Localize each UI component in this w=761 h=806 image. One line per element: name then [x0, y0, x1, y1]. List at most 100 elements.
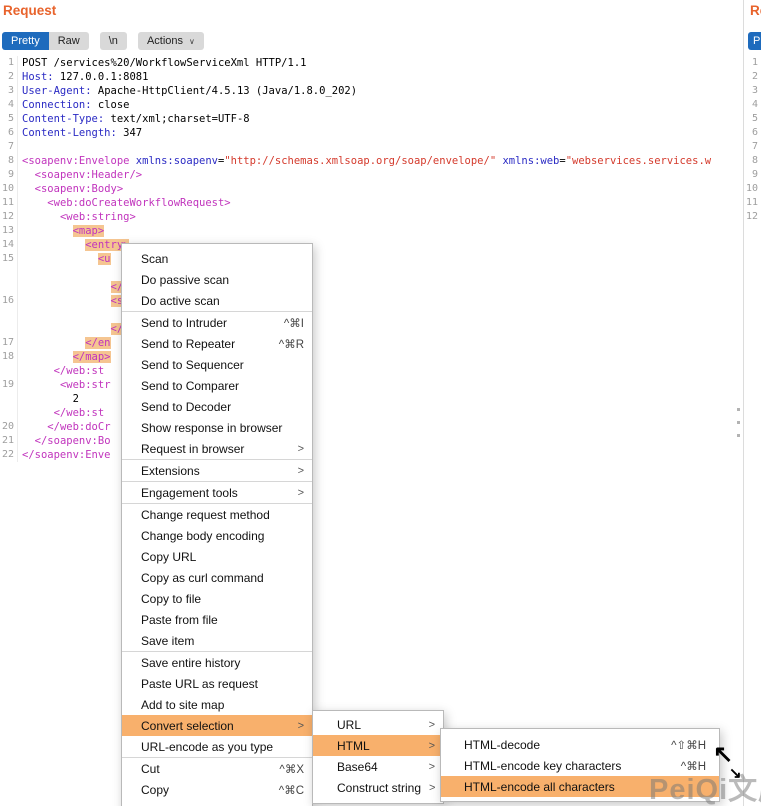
line-number: 12: [0, 210, 14, 224]
menu-item-html-decode[interactable]: HTML-decode^⇧⌘H: [441, 734, 719, 755]
code-line: 1POST /services%20/WorkflowServiceXml HT…: [0, 56, 734, 70]
menu-item-label: Copy to file: [141, 592, 304, 606]
code-text: [17, 266, 22, 280]
submenu-chevron-icon: >: [429, 719, 435, 731]
tab-newline[interactable]: \n: [100, 32, 127, 50]
menu-item-send-to-decoder[interactable]: Send to Decoder: [122, 396, 312, 417]
menu-item-label: Cut: [141, 762, 269, 776]
menu-item-label: Send to Intruder: [141, 316, 274, 330]
menu-item-paste-from-file[interactable]: Paste from file: [122, 609, 312, 630]
line-number: 8: [0, 154, 14, 168]
split-divider-grip-icon[interactable]: [737, 408, 740, 437]
menu-item-url-encode-as-you-type[interactable]: URL-encode as you type: [122, 736, 312, 757]
code-line: 7: [0, 140, 734, 154]
menu-item-scan[interactable]: Scan: [122, 248, 312, 269]
code-text: [17, 308, 22, 322]
menu-item-label: Change body encoding: [141, 529, 304, 543]
code-line: 10 <soapenv:Body>: [0, 182, 734, 196]
menu-item-send-to-comparer[interactable]: Send to Comparer: [122, 375, 312, 396]
menu-item-save-entire-history[interactable]: Save entire history: [122, 652, 312, 673]
line-number: 5: [0, 112, 14, 126]
code-line: 21 </soapenv:Bo: [0, 434, 734, 448]
line-number: 4: [0, 98, 14, 112]
menu-item-copy-as-curl-command[interactable]: Copy as curl command: [122, 567, 312, 588]
menu-item-base64[interactable]: Base64>: [313, 756, 443, 777]
menu-item-label: Scan: [141, 252, 304, 266]
tab-raw[interactable]: Raw: [49, 32, 89, 50]
menu-item-label: Convert selection: [141, 719, 290, 733]
menu-item-html[interactable]: HTML>: [313, 735, 443, 756]
code-text: 2: [17, 392, 79, 406]
code-line: 13 <map>: [0, 224, 734, 238]
code-text: </: [17, 280, 123, 294]
submenu-chevron-icon: >: [298, 465, 304, 477]
context-menu: Scan Do passive scan Do active scan Send to…: [121, 243, 313, 806]
menu-item-cut[interactable]: Cut^⌘X: [122, 758, 312, 779]
menu-item-send-to-repeater[interactable]: Send to Repeater^⌘R: [122, 333, 312, 354]
menu-item-url[interactable]: URL >: [313, 714, 443, 735]
code-line: 9 <soapenv:Header/>: [0, 168, 734, 182]
code-line: 14 <entry>: [0, 238, 734, 252]
chevron-down-icon: ∨: [189, 37, 195, 46]
menu-item-save-item[interactable]: Save item: [122, 630, 312, 651]
right-tab-pretty[interactable]: Pretty: [748, 32, 761, 50]
menu-item-paste-url-as-request[interactable]: Paste URL as request: [122, 673, 312, 694]
menu-item-label: Extensions: [141, 464, 290, 478]
menu-item-copy-to-file[interactable]: Copy to file: [122, 588, 312, 609]
menu-item-label: Send to Sequencer: [141, 358, 304, 372]
code-text: <soapenv:Envelope xmlns:soapenv="http://…: [17, 154, 711, 168]
code-line: 19 <web:str: [0, 378, 734, 392]
right-line-numbers: 123456789101112: [744, 56, 758, 224]
menu-item-label: HTML-encode key characters: [464, 759, 671, 773]
menu-item-convert-selection[interactable]: Convert selection>: [122, 715, 312, 736]
code-text: </web:doCr: [17, 420, 111, 434]
code-text: <entry>: [17, 238, 129, 252]
code-line: 18 </map>: [0, 350, 734, 364]
menu-item-show-response-in-browser[interactable]: Show response in browser: [122, 417, 312, 438]
menu-item-do-passive-scan[interactable]: Do passive scan: [122, 269, 312, 290]
menu-item-label: Show response in browser: [141, 421, 304, 435]
menu-item-engagement-tools[interactable]: Engagement tools>: [122, 482, 312, 503]
code-text: Content-Type: text/xml;charset=UTF-8: [17, 112, 250, 126]
line-number: 9: [744, 168, 758, 182]
line-number: 4: [744, 98, 758, 112]
line-number: 8: [744, 154, 758, 168]
line-number: 7: [744, 140, 758, 154]
menu-shortcut: ^⌘C: [279, 783, 304, 797]
code-line: </: [0, 322, 734, 336]
menu-item-construct-string[interactable]: Construct string>: [313, 777, 443, 798]
menu-item-request-in-browser[interactable]: Request in browser>: [122, 438, 312, 459]
code-text: </: [17, 322, 123, 336]
menu-item-copy-url[interactable]: Copy URL: [122, 546, 312, 567]
menu-item-do-active-scan[interactable]: Do active scan: [122, 290, 312, 311]
code-line: 20 </web:doCr: [0, 420, 734, 434]
code-text: <soapenv:Header/>: [17, 168, 142, 182]
code-line: [0, 308, 734, 322]
code-line: 22</soapenv:Enve: [0, 448, 734, 462]
menu-item-change-body-encoding[interactable]: Change body encoding: [122, 525, 312, 546]
menu-item-extensions[interactable]: Extensions >: [122, 460, 312, 481]
menu-item-copy[interactable]: Copy^⌘C: [122, 779, 312, 800]
code-text: </soapenv:Enve: [17, 448, 111, 462]
code-line: 2: [0, 392, 734, 406]
menu-item-send-to-sequencer[interactable]: Send to Sequencer: [122, 354, 312, 375]
tab-pretty[interactable]: Pretty: [2, 32, 49, 50]
menu-item-send-to-intruder[interactable]: Send to Intruder^⌘I: [122, 312, 312, 333]
menu-item-label: Request in browser: [141, 442, 290, 456]
menu-shortcut: ^⌘R: [279, 337, 304, 351]
code-line: 6Content-Length: 347: [0, 126, 734, 140]
tab-actions[interactable]: Actions∨: [138, 32, 204, 50]
menu-item-label: Copy as curl command: [141, 571, 304, 585]
menu-item-change-request-method[interactable]: Change request method: [122, 504, 312, 525]
selected-text: </map>: [73, 351, 111, 363]
menu-item-label: Do active scan: [141, 294, 304, 308]
submenu-chevron-icon: >: [429, 782, 435, 794]
code-line: 17 </en: [0, 336, 734, 350]
line-number: [0, 308, 14, 322]
convert-selection-submenu: URL > HTML>Base64>Construct string>: [312, 710, 444, 804]
menu-item-add-to-site-map[interactable]: Add to site map: [122, 694, 312, 715]
code-text: User-Agent: Apache-HttpClient/4.5.13 (Ja…: [17, 84, 357, 98]
menu-item-label: URL: [337, 718, 421, 732]
line-number: 5: [744, 112, 758, 126]
code-editor[interactable]: 1POST /services%20/WorkflowServiceXml HT…: [0, 56, 734, 462]
